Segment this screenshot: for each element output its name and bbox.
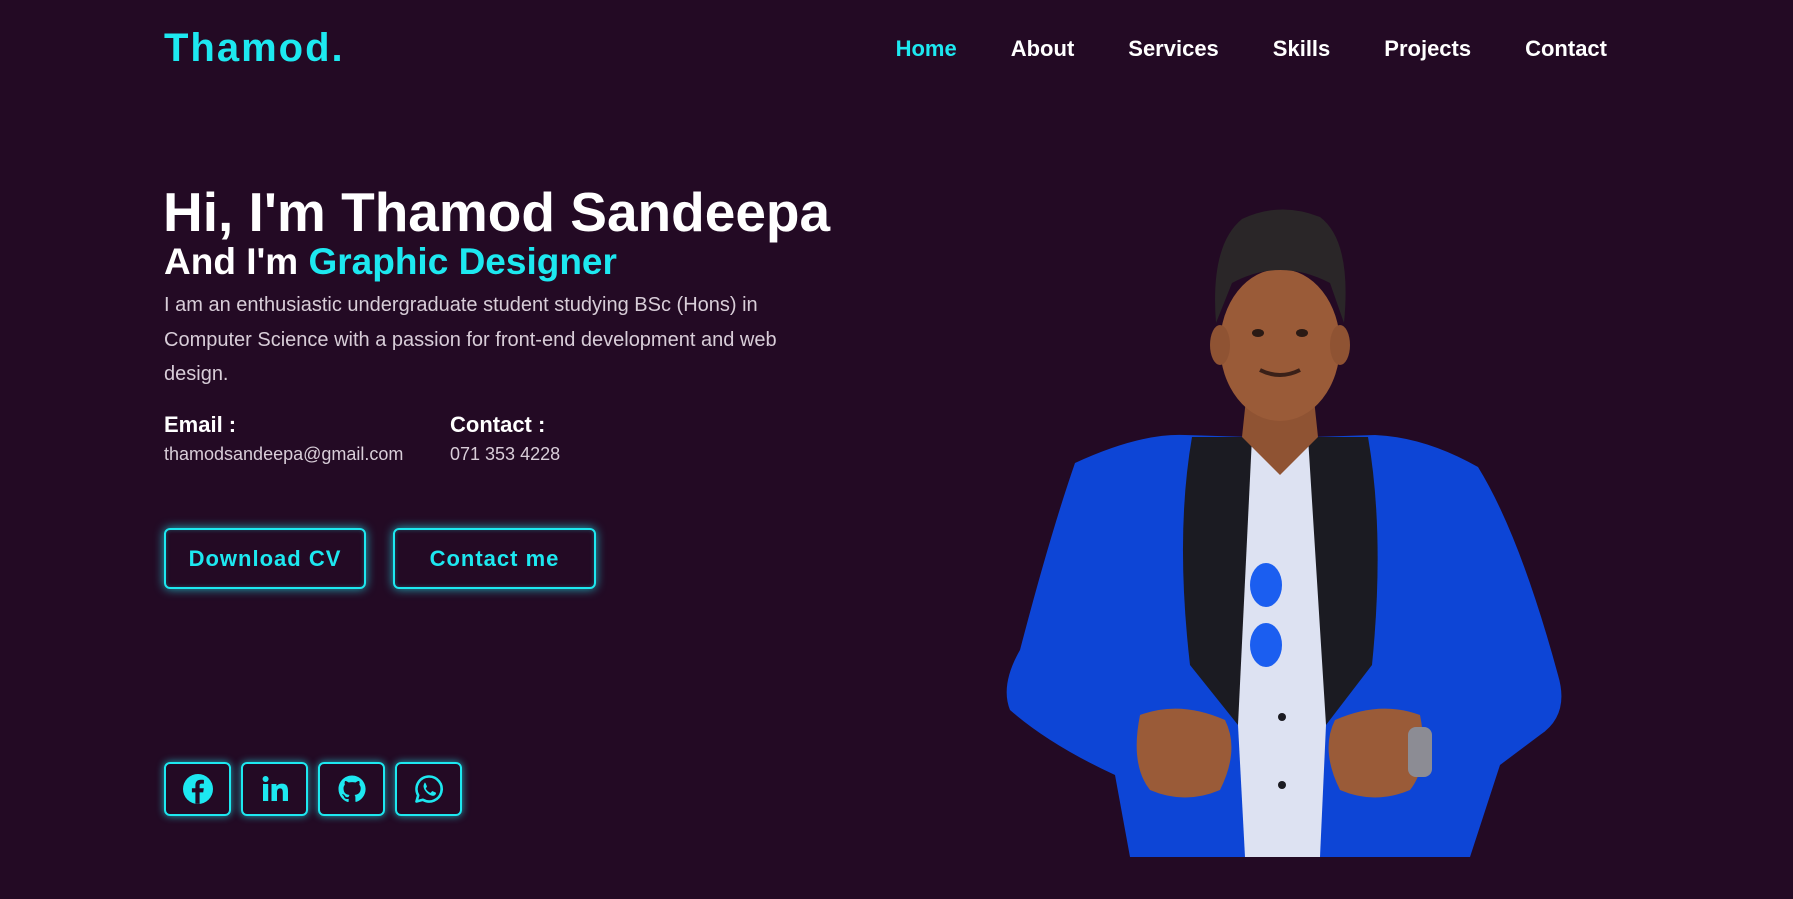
github-icon — [338, 775, 366, 803]
social-links — [164, 762, 462, 816]
profile-portrait — [1006, 209, 1562, 857]
whatsapp-icon — [414, 775, 443, 803]
facebook-link[interactable] — [164, 762, 231, 816]
main-nav: Home About Services Skills Projects Cont… — [896, 36, 1607, 62]
email-label: Email : — [164, 412, 237, 437]
subtitle-role: Graphic Designer — [308, 241, 617, 282]
email-value: thamodsandeepa@gmail.com — [164, 444, 404, 464]
nav-services[interactable]: Services — [1128, 36, 1219, 62]
contact-label: Contact : — [450, 412, 546, 437]
nav-projects[interactable]: Projects — [1384, 36, 1471, 62]
hero-title: Hi, I'm Thamod Sandeepa — [163, 181, 831, 243]
site-logo[interactable]: Thamod. — [164, 26, 345, 71]
nav-contact[interactable]: Contact — [1525, 36, 1607, 62]
linkedin-link[interactable] — [241, 762, 308, 816]
contact-me-button[interactable]: Contact me — [393, 528, 596, 589]
nav-home[interactable]: Home — [896, 36, 957, 62]
subtitle-prefix: And I'm — [164, 241, 309, 282]
whatsapp-link[interactable] — [395, 762, 462, 816]
hero-description: I am an enthusiastic undergraduate stude… — [164, 294, 777, 385]
github-link[interactable] — [318, 762, 385, 816]
nav-skills[interactable]: Skills — [1273, 36, 1330, 62]
contact-info: Contact : 071 353 4228 — [450, 412, 560, 465]
contact-value: 071 353 4228 — [450, 444, 561, 464]
nav-about[interactable]: About — [1011, 36, 1075, 62]
email-info: Email : thamodsandeepa@gmail.com — [164, 412, 403, 465]
download-cv-button[interactable]: Download CV — [164, 528, 366, 589]
linkedin-icon — [262, 776, 288, 801]
hero-subtitle: And I'm Graphic Designer — [164, 241, 617, 283]
facebook-icon — [182, 774, 213, 804]
